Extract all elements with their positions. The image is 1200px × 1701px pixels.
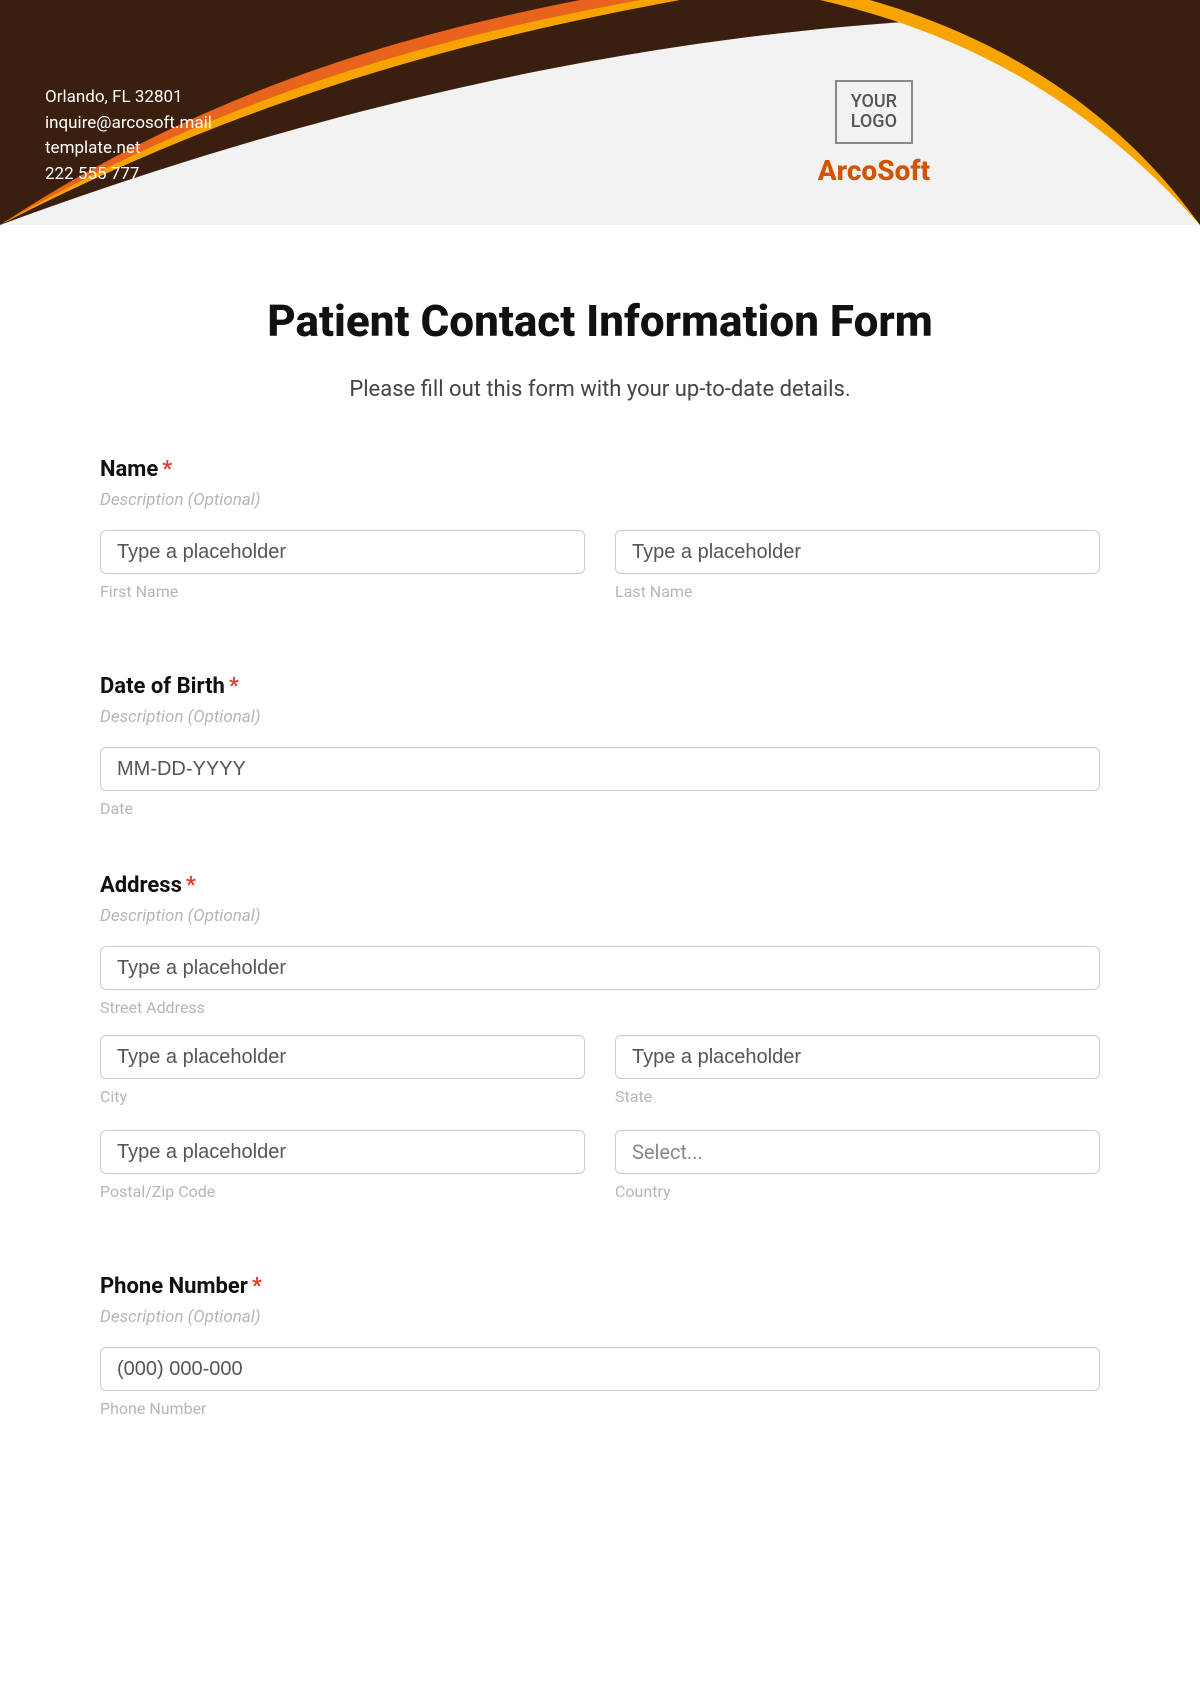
brand-name: ArcoSoft — [818, 154, 930, 187]
header-email: inquire@arcosoft.mail — [45, 111, 212, 137]
header-website: template.net — [45, 136, 212, 162]
letterhead-header: Orlando, FL 32801 inquire@arcosoft.mail … — [0, 0, 1200, 225]
section-dob: Date of Birth* Description (Optional) Da… — [100, 674, 1100, 818]
last-name-input[interactable] — [615, 530, 1100, 574]
city-input[interactable] — [100, 1035, 585, 1079]
header-phone: 222 555 777 — [45, 162, 212, 188]
phone-input[interactable] — [100, 1347, 1100, 1391]
dob-input[interactable] — [100, 747, 1100, 791]
header-address: Orlando, FL 32801 — [45, 85, 212, 111]
company-contact-block: Orlando, FL 32801 inquire@arcosoft.mail … — [45, 85, 212, 187]
address-description: Description (Optional) — [100, 906, 1100, 926]
section-name: Name* Description (Optional) First Name … — [100, 457, 1100, 619]
required-asterisk: * — [252, 1274, 262, 1299]
dob-label: Date of Birth* — [100, 674, 1100, 699]
form-container: Patient Contact Information Form Please … — [0, 225, 1200, 1513]
first-name-sublabel: First Name — [100, 582, 585, 601]
last-name-sublabel: Last Name — [615, 582, 1100, 601]
name-label: Name* — [100, 457, 1100, 482]
state-input[interactable] — [615, 1035, 1100, 1079]
dob-description: Description (Optional) — [100, 707, 1100, 727]
logo-placeholder: YOUR LOGO — [835, 80, 913, 144]
state-sublabel: State — [615, 1087, 1100, 1106]
phone-label: Phone Number* — [100, 1274, 1100, 1299]
required-asterisk: * — [229, 674, 239, 699]
street-sublabel: Street Address — [100, 998, 1100, 1017]
dob-sublabel: Date — [100, 799, 1100, 818]
required-asterisk: * — [186, 873, 196, 898]
phone-sublabel: Phone Number — [100, 1399, 1100, 1418]
page-title: Patient Contact Information Form — [100, 295, 1100, 347]
street-input[interactable] — [100, 946, 1100, 990]
page-subtitle: Please fill out this form with your up-t… — [100, 377, 1100, 402]
address-label: Address* — [100, 873, 1100, 898]
required-asterisk: * — [162, 457, 172, 482]
first-name-input[interactable] — [100, 530, 585, 574]
postal-input[interactable] — [100, 1130, 585, 1174]
country-select[interactable]: Select... — [615, 1130, 1100, 1174]
city-sublabel: City — [100, 1087, 585, 1106]
section-address: Address* Description (Optional) Street A… — [100, 873, 1100, 1219]
name-description: Description (Optional) — [100, 490, 1100, 510]
phone-description: Description (Optional) — [100, 1307, 1100, 1327]
logo-area: YOUR LOGO ArcoSoft — [818, 80, 930, 187]
postal-sublabel: Postal/Zip Code — [100, 1182, 585, 1201]
country-sublabel: Country — [615, 1182, 1100, 1201]
section-phone: Phone Number* Description (Optional) Pho… — [100, 1274, 1100, 1418]
